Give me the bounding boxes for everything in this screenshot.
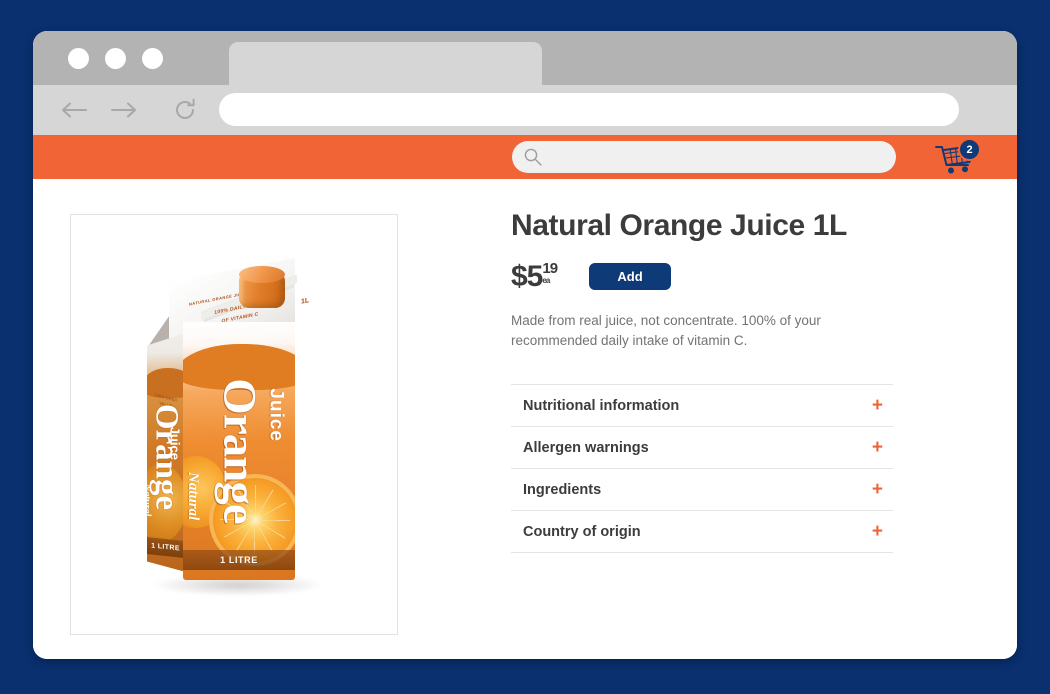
forward-button[interactable] xyxy=(103,90,143,130)
carton-front-juice: Juice xyxy=(266,387,287,442)
plus-icon[interactable]: + xyxy=(872,522,887,541)
arrow-left-icon xyxy=(62,102,87,118)
plus-icon[interactable]: + xyxy=(872,480,887,499)
add-to-cart-button[interactable]: Add xyxy=(589,263,672,290)
accordion-label: Ingredients xyxy=(523,481,602,498)
price-dollars: $5 xyxy=(511,259,543,293)
carton-side-volume-band: 1 LITRE xyxy=(147,537,184,558)
carton-side-panel: 100% DAILY VALUE Orange Natural Juice 1 … xyxy=(147,334,184,572)
accordion-row-ingredients[interactable]: Ingredients + xyxy=(511,469,893,512)
product-details: Natural Orange Juice 1L $5 19 ea Add Mad… xyxy=(511,209,901,554)
product-info-accordion: Nutritional information + Allergen warni… xyxy=(511,384,893,554)
carton-front-volume-band: 1 LITRE xyxy=(183,549,295,570)
site-header: 2 xyxy=(33,135,1017,179)
window-controls xyxy=(68,31,163,85)
accordion-row-country-of-origin[interactable]: Country of origin + xyxy=(511,511,893,554)
search-icon xyxy=(524,148,542,166)
carton-top-volume: 1L xyxy=(300,296,309,306)
carton-front-volume-text: 1 LITRE xyxy=(220,554,258,565)
product-description: Made from real juice, not concentrate. 1… xyxy=(511,312,821,349)
accordion-label: Allergen warnings xyxy=(523,439,649,456)
maximize-window-button[interactable] xyxy=(142,47,163,69)
juice-carton-illustration: NATURAL ORANGE JUICE 100% DAILY VALUE OF… xyxy=(147,257,323,596)
carton-side-natural: Natural xyxy=(147,483,152,516)
url-input[interactable] xyxy=(219,93,959,126)
browser-toolbar xyxy=(33,85,1017,135)
minimize-window-button[interactable] xyxy=(105,47,126,69)
reload-button[interactable] xyxy=(165,90,205,130)
site-search-box[interactable] xyxy=(512,141,896,173)
carton-front-natural: Natural xyxy=(185,471,201,520)
product-price: $5 19 ea xyxy=(511,259,558,293)
accordion-row-allergen-warnings[interactable]: Allergen warnings + xyxy=(511,427,893,470)
price-cents-group: 19 ea xyxy=(542,259,558,285)
browser-window: 2 NATURAL ORANGE JUICE 100% DAILY VALUE … xyxy=(33,31,1017,659)
browser-tab[interactable] xyxy=(229,42,542,85)
plus-icon[interactable]: + xyxy=(872,396,887,415)
plus-icon[interactable]: + xyxy=(872,438,887,457)
product-image-frame[interactable]: NATURAL ORANGE JUICE 100% DAILY VALUE OF… xyxy=(70,214,398,635)
accordion-row-nutritional-information[interactable]: Nutritional information + xyxy=(511,385,893,428)
url-bar[interactable] xyxy=(219,93,959,126)
carton-cap-top xyxy=(239,265,285,283)
arrow-right-icon xyxy=(111,102,136,118)
price-row: $5 19 ea Add xyxy=(511,259,901,293)
carton-front-panel: Orange Natural Juice 1 LITRE xyxy=(183,321,295,580)
cart-button[interactable]: 2 xyxy=(933,138,981,177)
carton-side-juice: Juice xyxy=(167,426,182,460)
product-page: NATURAL ORANGE JUICE 100% DAILY VALUE OF… xyxy=(33,179,1017,659)
carton-side-volume-text: 1 LITRE xyxy=(151,541,180,553)
site-search-input[interactable] xyxy=(549,148,883,166)
carton-front-text: Orange Natural Juice xyxy=(183,322,295,580)
price-cents: 19 xyxy=(542,259,558,277)
reload-icon xyxy=(176,98,195,119)
accordion-label: Country of origin xyxy=(523,523,641,540)
carton-front-brand: Orange xyxy=(213,377,266,524)
accordion-label: Nutritional information xyxy=(523,397,680,414)
close-window-button[interactable] xyxy=(68,47,89,69)
browser-tab-strip xyxy=(33,31,1017,85)
price-unit: ea xyxy=(542,275,550,285)
cart-badge: 2 xyxy=(958,138,981,161)
page-title: Natural Orange Juice 1L xyxy=(511,209,847,242)
back-button[interactable] xyxy=(55,90,95,130)
product-image: NATURAL ORANGE JUICE 100% DAILY VALUE OF… xyxy=(71,215,397,634)
